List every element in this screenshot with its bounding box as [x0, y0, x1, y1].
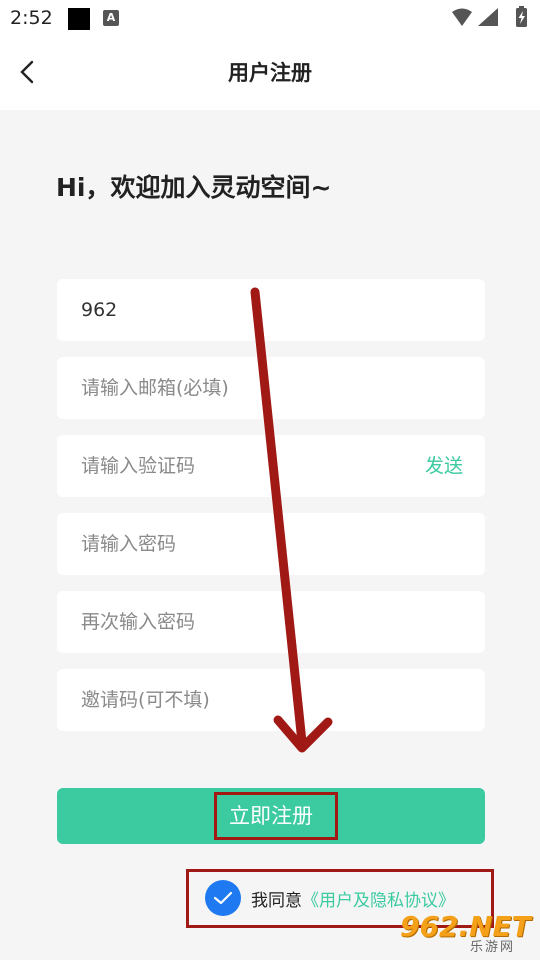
privacy-agreement-link[interactable]: 《用户及隐私协议》 — [302, 886, 455, 911]
password-field — [57, 513, 485, 575]
notification-square-icon — [68, 8, 90, 30]
chevron-left-icon — [20, 60, 34, 84]
wifi-icon — [452, 8, 472, 26]
signal-icon — [478, 8, 498, 26]
username-input[interactable] — [57, 279, 485, 341]
invite-code-field — [57, 669, 485, 731]
username-field — [57, 279, 485, 341]
welcome-heading: Hi，欢迎加入灵动空间~ — [56, 173, 332, 202]
password-input[interactable] — [57, 513, 485, 575]
watermark-subtitle: 乐游网 — [470, 940, 516, 955]
email-field — [57, 357, 485, 419]
app-notification-icon: A — [103, 10, 119, 26]
confirm-password-field — [57, 591, 485, 653]
app-header: 用户注册 — [0, 36, 540, 110]
invite-code-input[interactable] — [57, 669, 485, 731]
verify-code-field: 发送 — [57, 435, 485, 497]
status-icons — [452, 6, 527, 27]
checkmark-icon — [213, 891, 233, 905]
confirm-password-input[interactable] — [57, 591, 485, 653]
verify-code-input[interactable] — [57, 435, 485, 497]
email-input[interactable] — [57, 357, 485, 419]
agree-checkbox[interactable] — [205, 880, 241, 916]
status-bar: 2:52 A — [0, 0, 540, 36]
status-time: 2:52 — [10, 7, 53, 29]
site-watermark: 962.NET 乐游网 — [400, 910, 534, 958]
back-button[interactable] — [10, 54, 46, 90]
register-button[interactable]: 立即注册 — [57, 788, 485, 844]
page-title: 用户注册 — [228, 61, 312, 85]
send-code-button[interactable]: 发送 — [425, 435, 463, 497]
agree-label: 我同意 — [251, 890, 302, 911]
